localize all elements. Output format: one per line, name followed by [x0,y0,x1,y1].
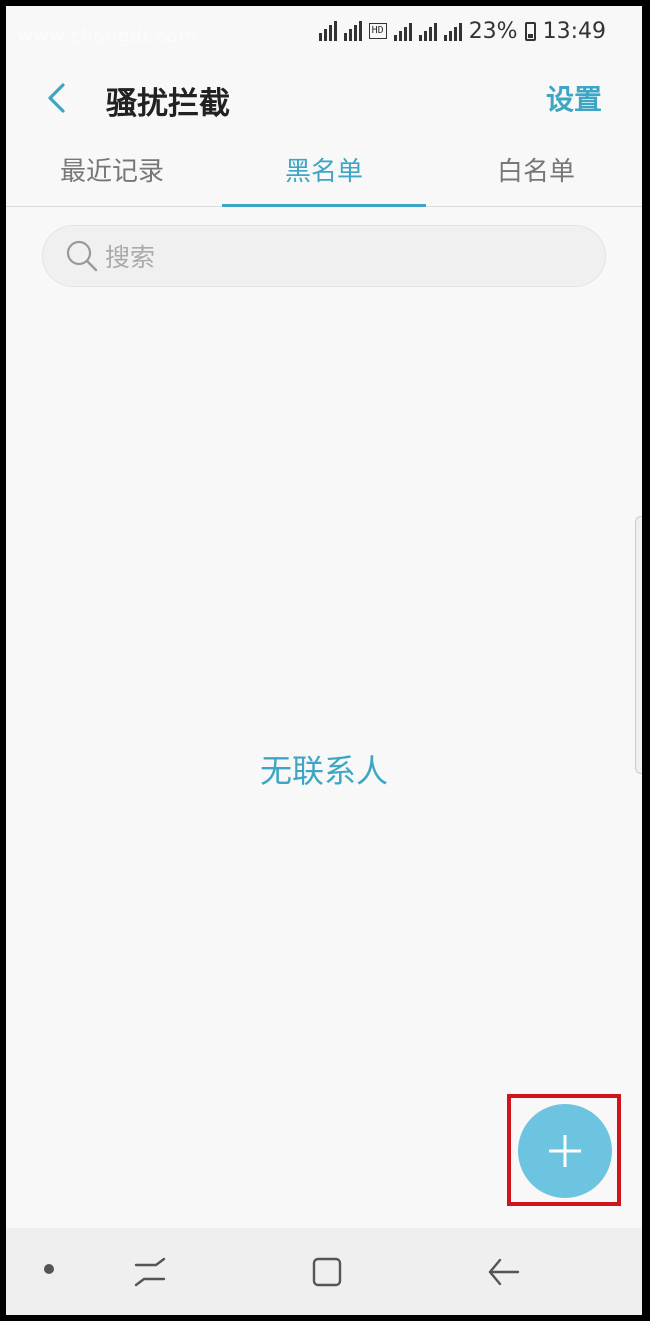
tab-blacklist[interactable]: 黑名单 [218,146,430,207]
home-icon[interactable] [307,1252,347,1292]
tab-bar: 最近记录 黑名单 白名单 [6,146,642,207]
page-title: 骚扰拦截 [106,86,230,122]
signal-icon [318,21,337,41]
signal-icon [443,21,462,41]
clock: 13:49 [542,18,606,44]
back-arrow-icon[interactable] [482,1252,522,1292]
back-button[interactable] [34,76,78,120]
scroll-handle[interactable] [635,516,642,774]
phone-screen: www.chongdi.com HD 23% 13:49 骚扰拦截 设置 最近记… [6,6,642,1315]
search-input[interactable]: 搜索 [42,225,606,287]
search-placeholder: 搜索 [105,243,156,272]
empty-state-text: 无联系人 [259,752,388,790]
watermark: www.chongdi.com [18,26,197,47]
navigation-bar [6,1228,642,1315]
battery-percent: 23% [468,18,518,44]
status-bar: www.chongdi.com HD 23% 13:49 [6,6,642,56]
status-indicators: HD 23% 13:49 [318,16,606,46]
tab-whitelist[interactable]: 白名单 [430,146,642,206]
hd-icon: HD [368,23,387,39]
signal-icon [393,21,412,41]
settings-button[interactable]: 设置 [546,78,602,118]
signal-icon [418,21,437,41]
battery-icon [524,21,536,41]
plus-icon [549,1135,581,1167]
app-bar: 骚扰拦截 设置 [6,56,642,146]
dot-icon[interactable] [44,1264,54,1274]
search-icon [66,240,98,272]
chevron-left-icon [48,83,65,113]
tab-recent[interactable]: 最近记录 [6,146,218,206]
recents-icon[interactable] [130,1252,170,1292]
add-contact-button[interactable] [518,1104,612,1198]
signal-icon [343,21,362,41]
